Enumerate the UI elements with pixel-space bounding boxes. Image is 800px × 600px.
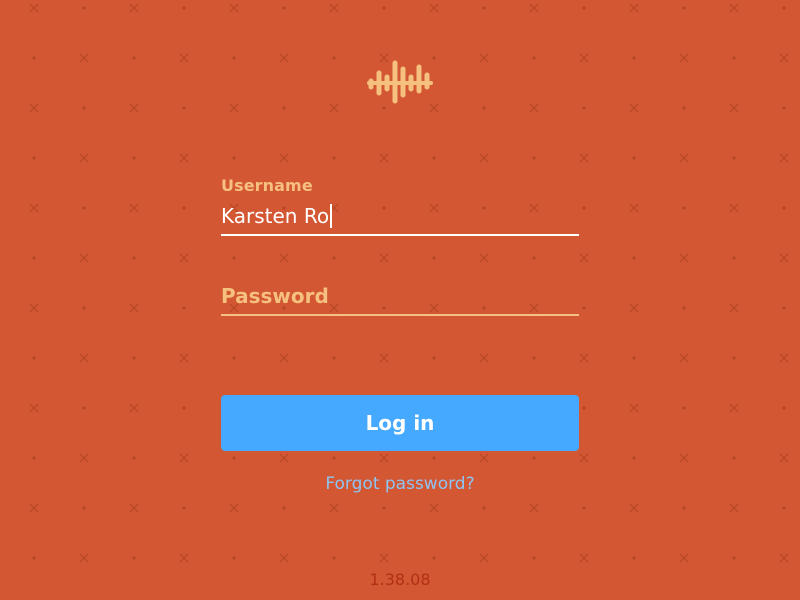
login-button[interactable]: Log in — [221, 395, 579, 451]
login-button-label: Log in — [365, 411, 435, 435]
version-label: 1.38.08 — [369, 570, 431, 589]
username-field[interactable]: Username Karsten Ro — [221, 176, 579, 236]
username-input[interactable]: Karsten Ro — [221, 204, 332, 228]
password-field[interactable]: Password — [221, 280, 579, 316]
forgot-password-link[interactable]: Forgot password? — [221, 474, 579, 494]
password-underline — [221, 314, 579, 316]
password-placeholder: Password — [221, 284, 329, 308]
username-underline — [221, 234, 579, 236]
text-caret — [330, 204, 332, 228]
username-value: Karsten Ro — [221, 204, 330, 228]
waveform-logo-icon — [367, 60, 433, 104]
username-label: Username — [221, 176, 313, 195]
